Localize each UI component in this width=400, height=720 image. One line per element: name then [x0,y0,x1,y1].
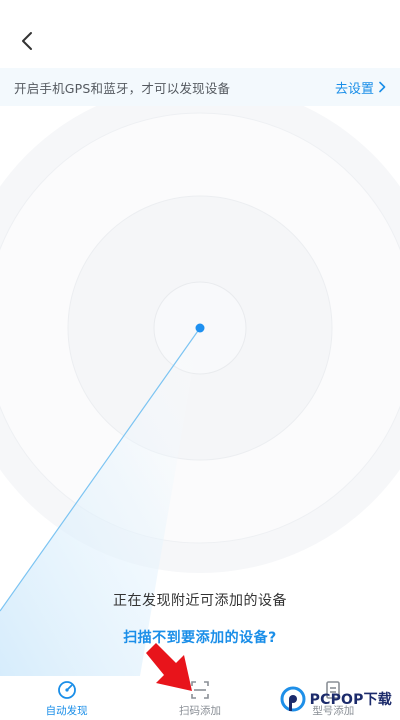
cannot-find-device-link[interactable]: 扫描不到要添加的设备? [0,627,400,647]
watermark-text: PCPOP下载 [309,692,392,708]
go-settings-label: 去设置 [334,81,374,97]
back-button[interactable] [12,26,42,56]
radar-icon [57,681,76,699]
permission-banner: 开启手机GPS和蓝牙，才可以发现设备 去设置 [0,68,400,106]
go-settings-link[interactable]: 去设置 [335,78,386,97]
tab-auto-discover-label: 自动发现 [45,705,88,717]
scan-icon [191,681,209,699]
watermark-logo-icon [280,686,306,712]
tab-scan-add[interactable]: 扫码添加 [133,676,266,720]
scan-status-text: 正在发现附近可添加的设备 [113,593,287,609]
radar-center-dot [195,323,205,333]
watermark: PCPOP下载 [280,686,392,712]
chevron-right-icon [379,81,386,93]
tab-auto-discover[interactable]: 自动发现 [0,676,133,720]
banner-text: 开启手机GPS和蓝牙，才可以发现设备 [14,80,231,96]
tab-scan-add-label: 扫码添加 [178,705,221,717]
chevron-left-icon [22,32,32,50]
